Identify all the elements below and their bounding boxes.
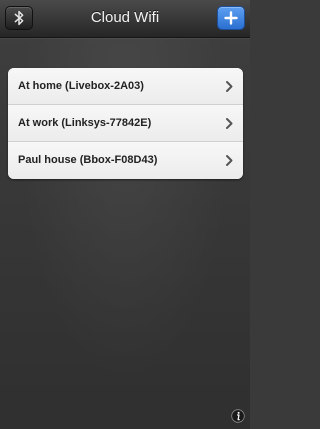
network-label: At home (Livebox-2A03)	[18, 80, 144, 92]
page-title: Cloud Wifi	[90, 9, 160, 26]
list-item[interactable]: At home (Livebox-2A03)	[8, 68, 243, 105]
navigation-bar: Cloud Wifi	[0, 0, 250, 38]
app-screen: Cloud Wifi At home (Livebox-2A03) At wor…	[0, 0, 250, 429]
network-label: At work (Linksys-77842E)	[18, 117, 152, 129]
network-list: At home (Livebox-2A03) At work (Linksys-…	[8, 68, 243, 179]
list-item[interactable]: Paul house (Bbox-F08D43)	[8, 142, 243, 179]
info-icon[interactable]	[231, 409, 245, 423]
network-label: Paul house (Bbox-F08D43)	[18, 154, 158, 166]
chevron-right-icon	[226, 118, 233, 129]
add-network-button[interactable]	[217, 6, 245, 30]
plus-icon	[224, 11, 238, 25]
bluetooth-button[interactable]	[5, 6, 33, 30]
list-item[interactable]: At work (Linksys-77842E)	[8, 105, 243, 142]
chevron-right-icon	[226, 155, 233, 166]
bluetooth-icon	[14, 10, 24, 26]
chevron-right-icon	[226, 81, 233, 92]
